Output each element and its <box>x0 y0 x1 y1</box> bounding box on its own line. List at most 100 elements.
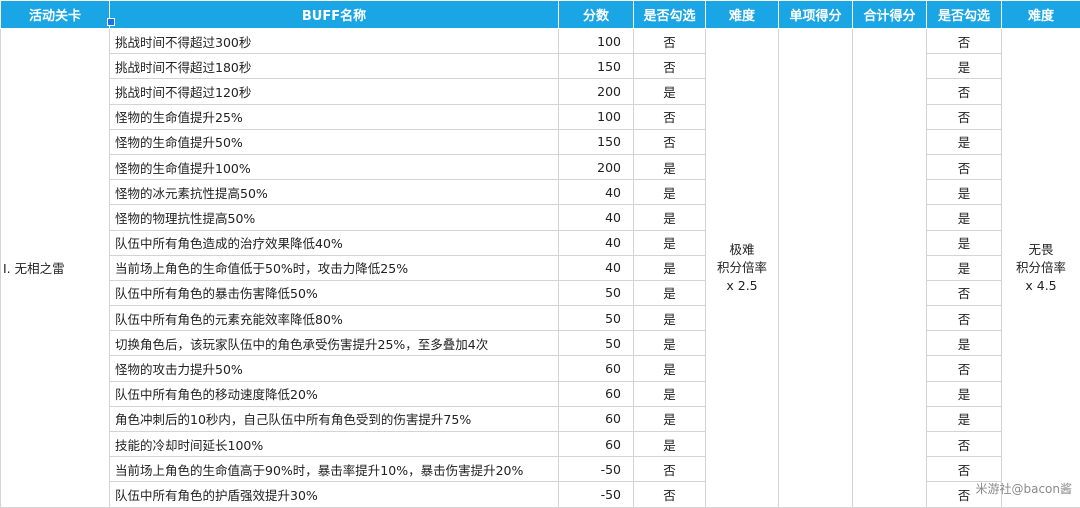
checked-cell[interactable]: 否 <box>634 54 706 79</box>
checked-2-cell[interactable]: 是 <box>927 54 1002 79</box>
score-cell[interactable]: 50 <box>559 280 634 305</box>
checked-cell[interactable]: 是 <box>634 432 706 457</box>
checked-2-cell[interactable]: 是 <box>927 381 1002 406</box>
header-total-score[interactable]: 合计得分 <box>853 1 927 29</box>
buff-name-cell[interactable]: 怪物的冰元素抗性提高50% <box>110 180 559 205</box>
score-cell[interactable]: 40 <box>559 255 634 280</box>
score-cell[interactable]: 60 <box>559 406 634 431</box>
checked-2-cell[interactable]: 否 <box>927 457 1002 482</box>
buff-name-cell[interactable]: 怪物的生命值提升50% <box>110 129 559 154</box>
checked-2-cell[interactable]: 否 <box>927 104 1002 129</box>
table-row: I. 无相之雷 挑战时间不得超过300秒 100 否 极难 积分倍率 x 2.5… <box>1 29 1080 54</box>
buff-name-cell[interactable]: 队伍中所有角色造成的治疗效果降低40% <box>110 230 559 255</box>
checked-2-cell[interactable]: 否 <box>927 29 1002 54</box>
buff-name-cell[interactable]: 队伍中所有角色的移动速度降低20% <box>110 381 559 406</box>
buff-name-cell[interactable]: 怪物的物理抗性提高50% <box>110 205 559 230</box>
score-cell[interactable]: -50 <box>559 457 634 482</box>
difficulty-left-cell[interactable]: 极难 积分倍率 x 2.5 <box>706 29 779 508</box>
score-cell[interactable]: 60 <box>559 432 634 457</box>
buff-name-cell[interactable]: 挑战时间不得超过180秒 <box>110 54 559 79</box>
checked-cell[interactable]: 是 <box>634 306 706 331</box>
difficulty-right-multiplier: x 4.5 <box>1002 277 1080 295</box>
checked-cell[interactable]: 否 <box>634 104 706 129</box>
header-score[interactable]: 分数 <box>559 1 634 29</box>
buff-name-cell[interactable]: 怪物的生命值提升25% <box>110 104 559 129</box>
buff-name-cell[interactable]: 当前场上角色的生命值高于90%时，暴击率提升10%，暴击伤害提升20% <box>110 457 559 482</box>
selection-fill-handle[interactable] <box>107 18 115 26</box>
checked-2-cell[interactable]: 是 <box>927 129 1002 154</box>
difficulty-left-multiplier-label: 积分倍率 <box>706 259 778 277</box>
checked-cell[interactable]: 是 <box>634 280 706 305</box>
checked-cell[interactable]: 是 <box>634 180 706 205</box>
score-cell[interactable]: 40 <box>559 205 634 230</box>
buff-name-cell[interactable]: 怪物的生命值提升100% <box>110 154 559 179</box>
checked-2-cell[interactable]: 是 <box>927 255 1002 280</box>
buff-name-cell[interactable]: 当前场上角色的生命值低于50%时，攻击力降低25% <box>110 255 559 280</box>
header-item-score[interactable]: 单项得分 <box>779 1 853 29</box>
score-cell[interactable]: 50 <box>559 331 634 356</box>
stage-cell[interactable]: I. 无相之雷 <box>1 29 110 508</box>
header-difficulty-2[interactable]: 难度 <box>1002 1 1080 29</box>
header-buff-name[interactable]: BUFF名称 <box>110 1 559 29</box>
checked-2-cell[interactable]: 是 <box>927 331 1002 356</box>
score-cell[interactable]: 150 <box>559 129 634 154</box>
checked-cell[interactable]: 否 <box>634 129 706 154</box>
buff-name-cell[interactable]: 队伍中所有角色的护盾强效提升30% <box>110 482 559 507</box>
checked-2-cell[interactable]: 否 <box>927 356 1002 381</box>
checked-cell[interactable]: 是 <box>634 255 706 280</box>
score-cell[interactable]: 200 <box>559 154 634 179</box>
buff-name-cell[interactable]: 怪物的攻击力提升50% <box>110 356 559 381</box>
score-cell[interactable]: 50 <box>559 306 634 331</box>
watermark: 米游社@bacon酱 <box>975 480 1072 497</box>
header-difficulty[interactable]: 难度 <box>706 1 779 29</box>
checked-2-cell[interactable]: 是 <box>927 230 1002 255</box>
score-cell[interactable]: 200 <box>559 79 634 104</box>
score-cell[interactable]: 40 <box>559 230 634 255</box>
score-cell[interactable]: 60 <box>559 381 634 406</box>
checked-cell[interactable]: 是 <box>634 406 706 431</box>
checked-2-cell[interactable]: 否 <box>927 306 1002 331</box>
buff-name-cell[interactable]: 技能的冷却时间延长100% <box>110 432 559 457</box>
checked-cell[interactable]: 否 <box>634 482 706 507</box>
score-cell[interactable]: 60 <box>559 356 634 381</box>
checked-cell[interactable]: 是 <box>634 331 706 356</box>
header-checked-2[interactable]: 是否勾选 <box>927 1 1002 29</box>
checked-cell[interactable]: 是 <box>634 154 706 179</box>
difficulty-right-cell[interactable]: 无畏 积分倍率 x 4.5 <box>1002 29 1080 508</box>
checked-2-cell[interactable]: 否 <box>927 432 1002 457</box>
buff-name-cell[interactable]: 角色冲刺后的10秒内，自己队伍中所有角色受到的伤害提升75% <box>110 406 559 431</box>
checked-2-cell[interactable]: 否 <box>927 79 1002 104</box>
score-cell[interactable]: 100 <box>559 29 634 54</box>
buff-spreadsheet: 活动关卡 BUFF名称 分数 是否勾选 难度 单项得分 合计得分 是否勾选 难度… <box>0 0 1080 508</box>
score-cell[interactable]: 100 <box>559 104 634 129</box>
score-cell[interactable]: 40 <box>559 180 634 205</box>
checked-cell[interactable]: 是 <box>634 205 706 230</box>
score-cell[interactable]: -50 <box>559 482 634 507</box>
checked-cell[interactable]: 否 <box>634 457 706 482</box>
total-score-cell[interactable] <box>853 29 927 508</box>
checked-cell[interactable]: 是 <box>634 381 706 406</box>
checked-cell[interactable]: 是 <box>634 230 706 255</box>
buff-name-cell[interactable]: 挑战时间不得超过300秒 <box>110 29 559 54</box>
difficulty-right-multiplier-label: 积分倍率 <box>1002 259 1080 277</box>
header-stage[interactable]: 活动关卡 <box>1 1 110 29</box>
buff-name-cell[interactable]: 队伍中所有角色的暴击伤害降低50% <box>110 280 559 305</box>
difficulty-right-level: 无畏 <box>1002 241 1080 259</box>
item-score-cell[interactable] <box>779 29 853 508</box>
header-row: 活动关卡 BUFF名称 分数 是否勾选 难度 单项得分 合计得分 是否勾选 难度 <box>1 1 1080 29</box>
checked-2-cell[interactable]: 否 <box>927 154 1002 179</box>
checked-cell[interactable]: 是 <box>634 356 706 381</box>
checked-cell[interactable]: 是 <box>634 79 706 104</box>
buff-name-cell[interactable]: 切换角色后，该玩家队伍中的角色承受伤害提升25%，至多叠加4次 <box>110 331 559 356</box>
checked-2-cell[interactable]: 否 <box>927 280 1002 305</box>
checked-2-cell[interactable]: 是 <box>927 406 1002 431</box>
checked-2-cell[interactable]: 是 <box>927 205 1002 230</box>
score-cell[interactable]: 150 <box>559 54 634 79</box>
checked-cell[interactable]: 否 <box>634 29 706 54</box>
checked-2-cell[interactable]: 是 <box>927 180 1002 205</box>
header-checked[interactable]: 是否勾选 <box>634 1 706 29</box>
difficulty-left-level: 极难 <box>706 241 778 259</box>
buff-name-cell[interactable]: 挑战时间不得超过120秒 <box>110 79 559 104</box>
buff-name-cell[interactable]: 队伍中所有角色的元素充能效率降低80% <box>110 306 559 331</box>
difficulty-left-multiplier: x 2.5 <box>706 277 778 295</box>
